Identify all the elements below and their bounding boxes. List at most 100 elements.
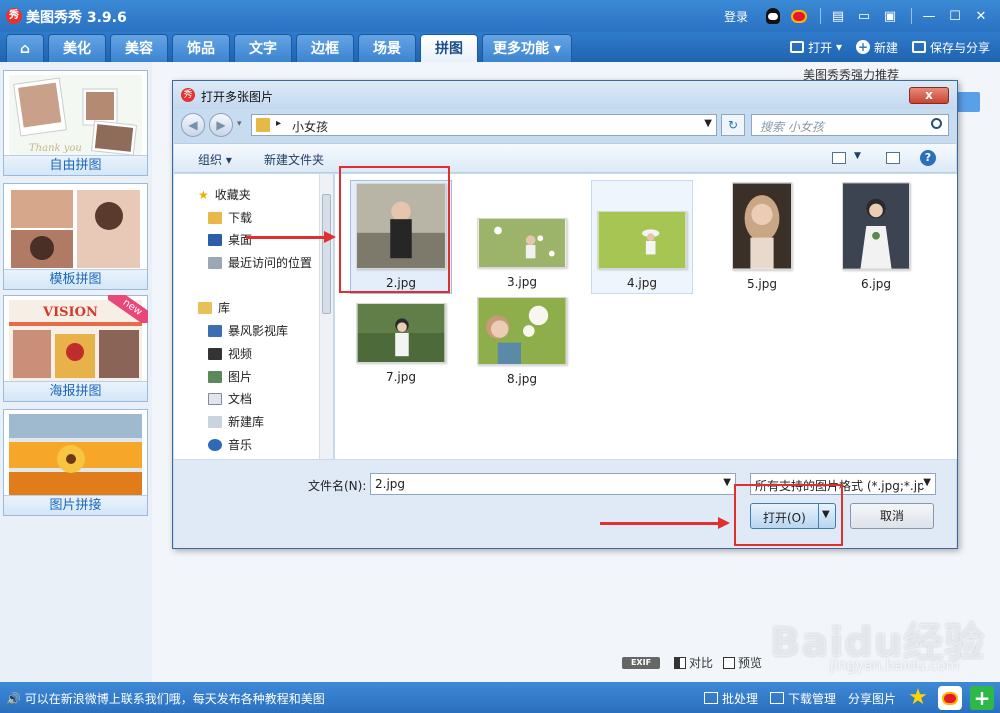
close-icon[interactable]: ✕	[970, 5, 992, 27]
filename-input[interactable]: 2.jpg ▼	[370, 473, 736, 495]
favorites-label: 收藏夹	[214, 188, 251, 202]
file-item-6[interactable]: 6.jpg	[825, 180, 927, 294]
favorites-header[interactable]: ★ 收藏夹	[198, 186, 251, 203]
filetype-dropdown-icon[interactable]: ▼	[923, 477, 931, 488]
tab-scene[interactable]: 场景	[358, 34, 416, 62]
new-button[interactable]: + 新建	[855, 39, 898, 56]
free-collage-label: 自由拼图	[4, 155, 147, 175]
view-options-icon[interactable]	[832, 152, 846, 164]
poster-collage-label: 海报拼图	[4, 381, 147, 401]
batch-button[interactable]: 批处理	[703, 690, 758, 707]
save-share-label: 保存与分享	[929, 40, 990, 55]
file-item-3[interactable]: 3.jpg	[471, 180, 573, 294]
file-item-4[interactable]: 4.jpg	[591, 180, 693, 294]
tab-text[interactable]: 文字	[234, 34, 292, 62]
file-thumbnail-5	[732, 182, 792, 270]
search-icon[interactable]	[931, 118, 942, 129]
nav-pictures[interactable]: 图片	[208, 368, 252, 385]
menu-icon[interactable]: ▣	[879, 5, 901, 27]
nav-music[interactable]: 音乐	[208, 436, 252, 453]
download-manager-button[interactable]: 下载管理	[769, 690, 836, 707]
nav-scrollbar[interactable]	[319, 174, 333, 459]
navigation-pane: ★ 收藏夹 下载 桌面 最近访问的位置 库 暴风影视库 视频 图片 文档 新建库 …	[174, 174, 334, 459]
side-blue-button[interactable]	[955, 92, 980, 112]
weibo-icon[interactable]	[788, 5, 810, 27]
file-name-8: 8.jpg	[506, 372, 538, 386]
dialog-close-button[interactable]: x	[909, 87, 949, 104]
view-dropdown-icon[interactable]: ▼	[854, 151, 861, 161]
new-folder-button[interactable]: 新建文件夹	[264, 151, 324, 168]
tab-decor[interactable]: 饰品	[172, 34, 230, 62]
search-input[interactable]: 搜索 小女孩	[751, 114, 949, 136]
template-collage-card[interactable]: 模板拼图	[3, 183, 148, 290]
batch-icon	[703, 692, 718, 704]
address-field[interactable]: ▸ 小女孩 ▼	[251, 114, 717, 136]
add-icon[interactable]: +	[970, 686, 994, 710]
collage-mode-panel: Thank you 自由拼图 模板拼图 VISION new 海报拼图 图片拼接	[0, 62, 152, 682]
compare-button[interactable]: 对比	[674, 654, 713, 671]
nav-downloads[interactable]: 下载	[208, 209, 252, 226]
share-image-button[interactable]: 分享图片	[848, 690, 896, 707]
nav-desktop[interactable]: 桌面	[208, 231, 252, 248]
back-icon[interactable]: ◀	[181, 113, 205, 137]
preview-pane-icon[interactable]	[886, 152, 900, 164]
help-icon[interactable]: ?	[920, 150, 936, 166]
qq-icon[interactable]	[762, 5, 784, 27]
preview-button[interactable]: 预览	[723, 654, 762, 671]
status-message-text: 可以在新浪微博上联系我们哦，每天发布各种教程和美图	[24, 692, 325, 706]
skin-icon[interactable]: ▤	[827, 5, 849, 27]
filename-dropdown-icon[interactable]: ▼	[723, 477, 731, 488]
maximize-icon[interactable]: ☐	[944, 5, 966, 27]
save-icon	[911, 41, 926, 53]
open-button[interactable]: 打开 ▾	[790, 39, 842, 56]
libraries-header[interactable]: 库	[198, 299, 230, 316]
nav-music-label: 音乐	[228, 438, 253, 452]
tab-beautify[interactable]: 美化	[48, 34, 106, 62]
refresh-icon[interactable]: ↻	[721, 114, 745, 136]
title-bar: 秀 美图秀秀 3.9.6 登录 ▤ ▭ ▣ — ☐ ✕	[0, 0, 1000, 32]
file-item-8[interactable]: 8.jpg	[471, 297, 573, 391]
nav-downloads-label: 下载	[228, 211, 253, 225]
tab-frame[interactable]: 边框	[296, 34, 354, 62]
image-stitch-label: 图片拼接	[4, 495, 147, 515]
download-icon	[769, 692, 784, 704]
nav-new-library[interactable]: 新建库	[208, 413, 264, 430]
tab-beauty[interactable]: 美容	[110, 34, 168, 62]
star-icon[interactable]: ★	[906, 686, 930, 710]
home-icon[interactable]: ⌂	[6, 34, 44, 62]
poster-collage-card[interactable]: VISION new 海报拼图	[3, 295, 148, 402]
more-features-button[interactable]: 更多功能 ▾	[482, 34, 572, 62]
organize-button[interactable]: 组织 ▾	[198, 151, 232, 168]
library-icon	[198, 301, 212, 314]
app-title: 美图秀秀 3.9.6	[26, 10, 127, 26]
login-link[interactable]: 登录	[724, 8, 748, 25]
history-dropdown-icon[interactable]: ▾	[237, 119, 242, 129]
nav-documents[interactable]: 文档	[208, 390, 252, 407]
breadcrumb[interactable]: 小女孩	[292, 118, 328, 135]
image-stitch-card[interactable]: 图片拼接	[3, 409, 148, 516]
feedback-icon[interactable]: ▭	[853, 5, 875, 27]
forward-icon[interactable]: ▶	[209, 113, 233, 137]
nav-recent-label: 最近访问的位置	[228, 256, 313, 270]
nav-baofeng[interactable]: 暴风影视库	[208, 322, 288, 339]
exif-badge[interactable]: EXIF	[622, 656, 660, 669]
desktop-icon	[208, 233, 222, 246]
cancel-button[interactable]: 取消	[850, 503, 934, 529]
preview-label: 预览	[738, 656, 763, 670]
file-thumbnail-7	[356, 303, 446, 363]
weibo-share-icon[interactable]	[938, 686, 962, 710]
share-label: 分享图片	[847, 691, 896, 706]
file-thumbnail-4	[597, 211, 687, 269]
nav-videos[interactable]: 视频	[208, 345, 252, 362]
file-item-7[interactable]: 7.jpg	[350, 297, 452, 391]
nav-recent[interactable]: 最近访问的位置	[208, 254, 312, 271]
minimize-icon[interactable]: —	[918, 5, 940, 27]
tab-collage[interactable]: 拼图	[420, 34, 478, 62]
address-dropdown-icon[interactable]: ▼	[704, 118, 712, 129]
nav-scroll-thumb[interactable]	[322, 194, 331, 314]
save-share-button[interactable]: 保存与分享	[911, 39, 990, 56]
file-item-5[interactable]: 5.jpg	[711, 180, 813, 294]
highlight-box-file	[339, 166, 450, 293]
free-collage-card[interactable]: Thank you 自由拼图	[3, 70, 148, 176]
address-bar: ◀ ▶ ▾ ▸ 小女孩 ▼ ↻ 搜索 小女孩	[181, 113, 949, 139]
